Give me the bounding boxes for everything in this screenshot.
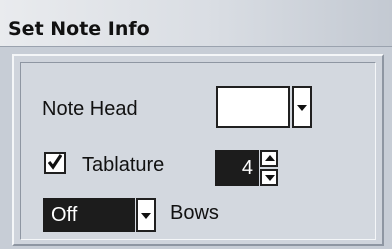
- tablature-increment-button[interactable]: [260, 150, 278, 167]
- dialog-titlebar: Set Note Info: [0, 0, 392, 47]
- bows-dropdown-button[interactable]: [136, 198, 156, 232]
- tablature-decrement-button[interactable]: [260, 169, 278, 186]
- dialog-title: Set Note Info: [8, 18, 150, 40]
- bows-select[interactable]: Off: [43, 198, 135, 232]
- note-head-swatch[interactable]: [216, 86, 290, 128]
- tablature-checkbox[interactable]: [44, 152, 66, 174]
- tablature-label: Tablature: [82, 154, 165, 176]
- tablature-value-field[interactable]: 4: [215, 150, 259, 186]
- note-head-dropdown-button[interactable]: [292, 86, 312, 128]
- bows-label: Bows: [170, 202, 219, 224]
- checkmark-icon: [48, 154, 62, 170]
- note-head-label: Note Head: [42, 98, 138, 120]
